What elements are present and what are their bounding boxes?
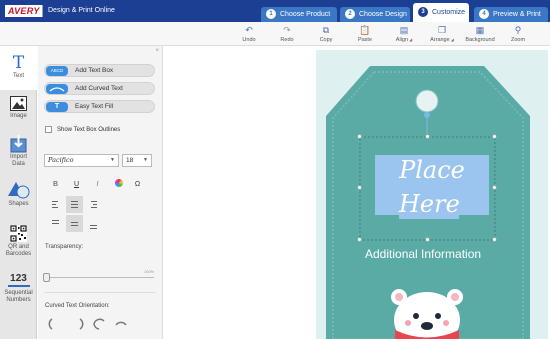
resize-handle-ml[interactable]: [357, 185, 362, 190]
resize-handle-tc[interactable]: [425, 134, 430, 139]
resize-handle-mr[interactable]: [492, 185, 497, 190]
resize-handle-tl[interactable]: [357, 134, 362, 139]
polar-bear-illustration: [391, 289, 463, 339]
main-text-line-2[interactable]: Here: [399, 189, 460, 219]
resize-handle-bl[interactable]: [357, 237, 362, 242]
resize-handle-br[interactable]: [492, 237, 497, 242]
resize-handle-tr[interactable]: [492, 134, 497, 139]
resize-handle-bc[interactable]: [425, 237, 430, 242]
additional-information-text[interactable]: Additional Information: [365, 246, 481, 262]
